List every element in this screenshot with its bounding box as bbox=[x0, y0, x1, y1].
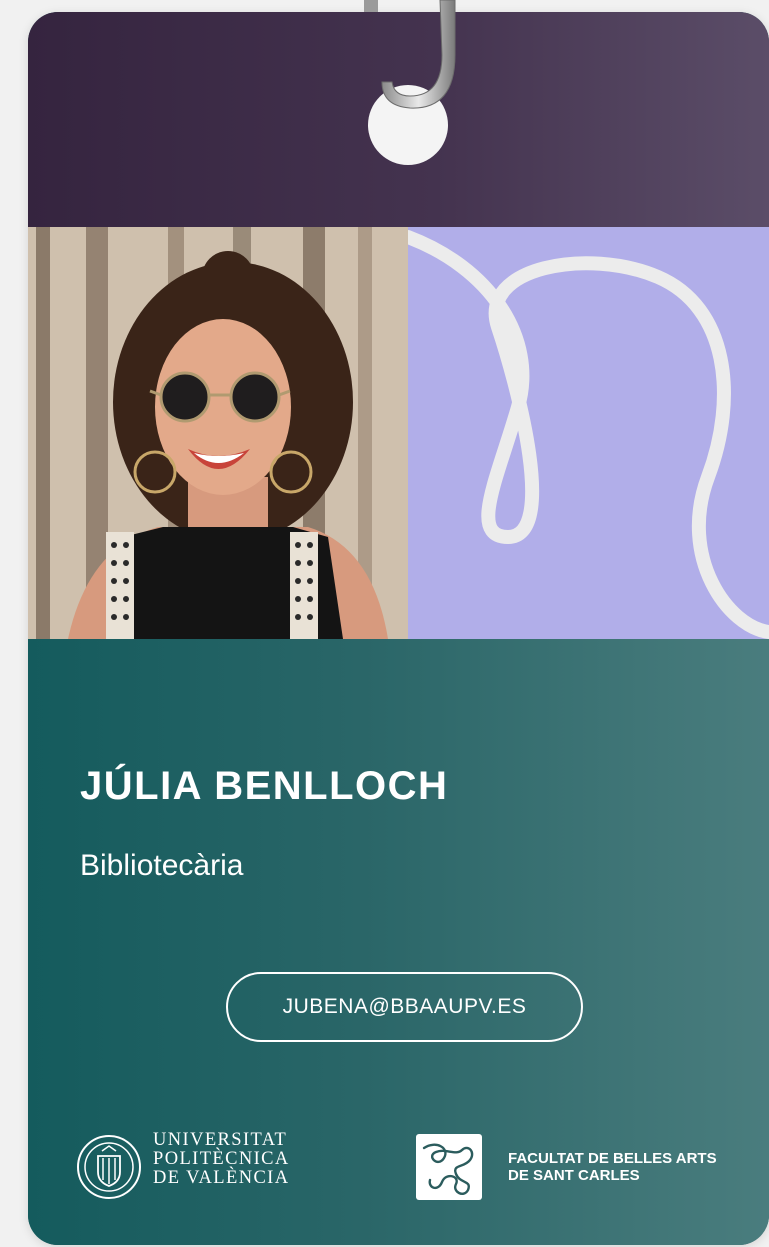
faculty-logo-text: FACULTAT DE BELLES ARTS DE SANT CARLES bbox=[508, 1150, 717, 1184]
person-name: JÚLIA BENLLOCH bbox=[80, 764, 449, 808]
email-button[interactable]: JUBENA@BBAAUPV.ES bbox=[226, 972, 583, 1042]
upv-line-3: DE VALÈNCIA bbox=[153, 1168, 290, 1188]
university-seal-icon bbox=[77, 1135, 141, 1199]
upv-logo: UNIVERSITAT POLITÈCNICA DE VALÈNCIA bbox=[76, 1129, 306, 1205]
faculty-line-2: DE SANT CARLES bbox=[508, 1167, 640, 1184]
email-text: JUBENA@BBAAUPV.ES bbox=[282, 995, 527, 1018]
upv-line-1: UNIVERSITAT bbox=[153, 1130, 288, 1150]
id-badge: JÚLIA BENLLOCH Bibliotecària JUBENA@BBAA… bbox=[28, 12, 769, 1245]
person-role: Bibliotecària bbox=[80, 849, 244, 882]
faculty-line-1: FACULTAT DE BELLES ARTS bbox=[508, 1150, 717, 1167]
profile-photo bbox=[28, 227, 408, 639]
squiggle-logo-icon bbox=[416, 1134, 482, 1200]
decorative-pattern-panel bbox=[408, 227, 769, 639]
badge-info-panel: JÚLIA BENLLOCH Bibliotecària JUBENA@BBAA… bbox=[28, 639, 769, 1245]
profile-photo-illustration bbox=[28, 227, 408, 639]
metal-clip-icon bbox=[364, 0, 456, 109]
upv-line-2: POLITÈCNICA bbox=[153, 1149, 290, 1169]
squiggle-line-graphic bbox=[408, 230, 769, 639]
faculty-logo: FACULTAT DE BELLES ARTS DE SANT CARLES bbox=[416, 1134, 746, 1204]
upv-logo-text: UNIVERSITAT POLITÈCNICA DE VALÈNCIA bbox=[153, 1131, 290, 1188]
